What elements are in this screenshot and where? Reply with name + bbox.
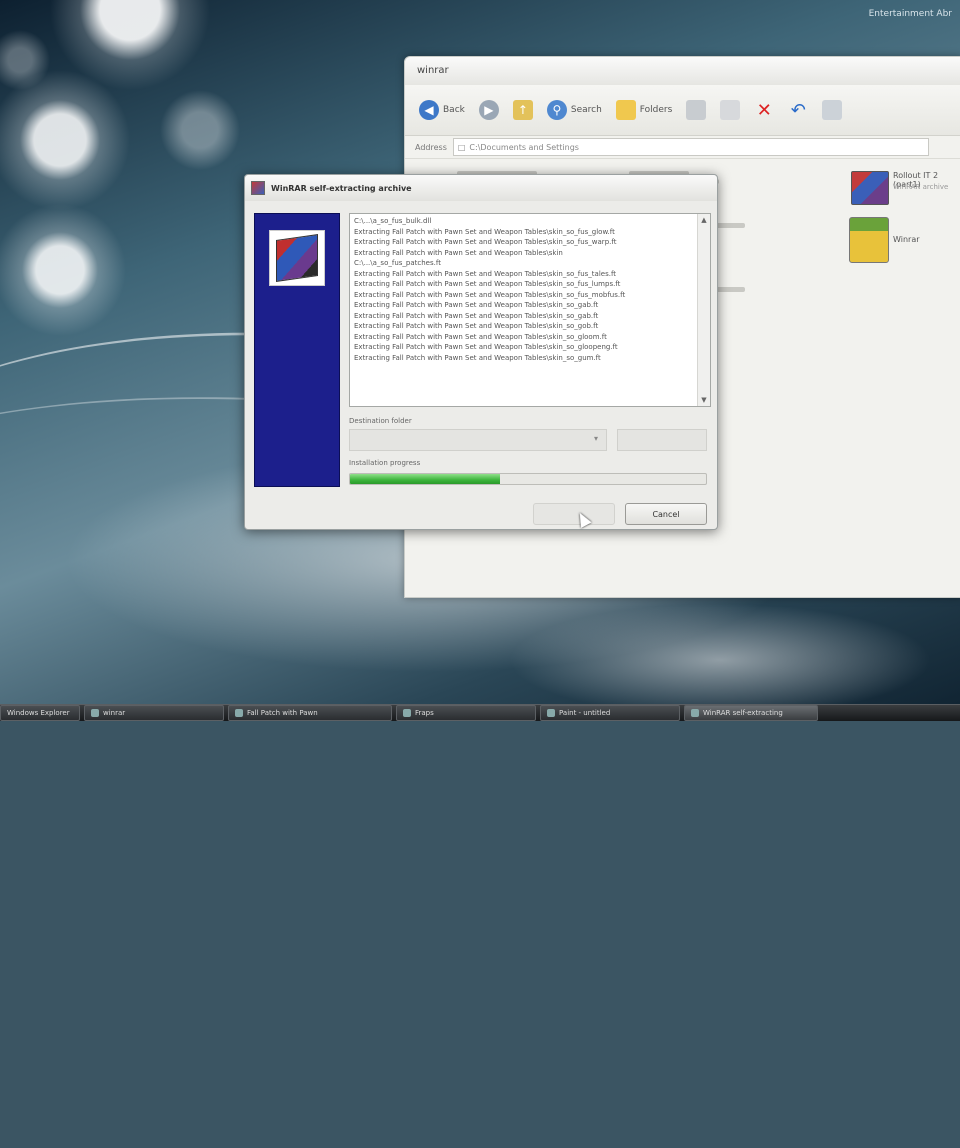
chevron-down-icon: ▾ <box>594 434 599 443</box>
back-label: Back <box>443 105 465 115</box>
log-line: Extracting Fall Patch with Pawn Set and … <box>354 290 626 299</box>
forward-button[interactable]: ▶ <box>475 100 503 120</box>
desktop-status-text: Entertainment Abr <box>868 9 952 19</box>
file-name[interactable]: Winrar <box>893 235 920 244</box>
taskbar-item[interactable]: Windows Explorer <box>0 705 80 721</box>
progress-label: Installation progress <box>349 459 421 467</box>
progress-fill <box>350 474 500 484</box>
taskbar-item-label: Windows Explorer <box>7 709 70 717</box>
up-folder-button[interactable]: ↑ <box>509 100 537 120</box>
installation-progress-bar <box>349 473 707 485</box>
browse-button[interactable] <box>617 429 707 451</box>
folder-icon: □ <box>457 142 466 152</box>
move-to-button[interactable] <box>682 100 710 120</box>
sfx-install-dialog: WinRAR self-extracting archive C:\...\a_… <box>244 174 718 530</box>
rar-archive-icon[interactable] <box>851 171 889 205</box>
forward-arrow-icon: ▶ <box>478 100 499 120</box>
cancel-button[interactable]: Cancel <box>625 503 707 525</box>
taskbar-item-label: Paint - untitled <box>559 709 611 717</box>
install-button[interactable] <box>533 503 615 525</box>
winrar-logo-icon <box>269 230 325 286</box>
folders-button[interactable]: Folders <box>612 100 677 120</box>
folder-up-icon: ↑ <box>512 100 533 120</box>
dialog-title: WinRAR self-extracting archive <box>271 183 412 193</box>
views-icon <box>822 100 843 120</box>
destination-folder-input[interactable]: ▾ <box>349 429 607 451</box>
extraction-log[interactable]: C:\...\a_so_fus_bulk.dll Extracting Fall … <box>349 213 711 407</box>
file-entry-placeholder <box>715 223 745 228</box>
address-input[interactable]: □ C:\Documents and Settings <box>452 138 929 156</box>
copy-to-button[interactable] <box>716 100 744 120</box>
taskbar-item[interactable]: Paint - untitled <box>540 705 680 721</box>
taskbar-item-label: Fall Patch with Pawn <box>247 709 318 717</box>
address-label: Address <box>415 142 447 152</box>
address-value: C:\Documents and Settings <box>469 142 579 152</box>
log-line: Extracting Fall Patch with Pawn Set and … <box>354 280 621 288</box>
taskbar-item[interactable]: winrar <box>84 705 224 721</box>
delete-x-icon: ✕ <box>756 99 772 121</box>
back-button[interactable]: ◀ Back <box>415 100 469 120</box>
dialog-side-banner <box>254 213 340 487</box>
copy-to-icon <box>720 100 741 120</box>
folder-icon <box>235 709 243 717</box>
paint-icon <box>547 709 555 717</box>
winrar-app-icon[interactable] <box>849 217 889 263</box>
log-scrollbar[interactable]: ▲ ▼ <box>697 214 710 406</box>
taskbar-item-active[interactable]: WinRAR self-extracting <box>684 705 818 721</box>
undo-button[interactable]: ↶ <box>784 99 812 121</box>
dialog-title-bar[interactable]: WinRAR self-extracting archive <box>245 175 717 201</box>
log-line: C:\...\a_so_fus_bulk.dll <box>354 217 432 225</box>
log-line: Extracting Fall Patch with Pawn Set and … <box>354 332 607 341</box>
log-lines: C:\...\a_so_fus_bulk.dll Extracting Fall … <box>354 216 694 363</box>
fraps-icon <box>403 709 411 717</box>
undo-icon: ↶ <box>790 99 806 121</box>
taskbar-item-label: winrar <box>103 709 126 717</box>
folders-icon <box>615 100 636 120</box>
taskbar-item[interactable]: Fraps <box>396 705 536 721</box>
log-line: Extracting Fall Patch with Pawn Set and … <box>354 353 601 362</box>
taskbar-item[interactable]: Fall Patch with Pawn <box>228 705 392 721</box>
log-line: Extracting Fall Patch with Pawn Set and … <box>354 343 618 351</box>
move-to-icon <box>686 100 707 120</box>
delete-button[interactable]: ✕ <box>750 99 778 121</box>
explorer-toolbar: ◀ Back ▶ ↑ ⚲ Search Folders ✕ ↶ <box>405 85 960 136</box>
log-line: Extracting Fall Patch with Pawn Set and … <box>354 227 615 236</box>
folders-label: Folders <box>639 105 673 115</box>
taskbar-item-label: Fraps <box>415 709 434 717</box>
folder-icon <box>91 709 99 717</box>
winrar-icon <box>691 709 699 717</box>
explorer-title-bar[interactable]: winrar <box>405 57 960 85</box>
log-line: Extracting Fall Patch with Pawn Set and … <box>354 269 617 278</box>
log-line: Extracting Fall Patch with Pawn Set and … <box>354 238 617 246</box>
file-entry-placeholder <box>715 287 745 292</box>
destination-label: Destination folder <box>349 417 412 425</box>
taskbar-item-label: WinRAR self-extracting <box>703 709 783 717</box>
search-label: Search <box>570 105 602 115</box>
back-arrow-icon: ◀ <box>419 100 439 120</box>
log-line: Extracting Fall Patch with Pawn Set and … <box>354 248 563 257</box>
search-icon: ⚲ <box>546 100 567 120</box>
log-line: C:\...\a_so_fus_patches.ft <box>354 259 441 267</box>
winrar-icon <box>251 181 265 195</box>
file-type: WinRAR archive <box>893 183 949 191</box>
taskbar: Windows Explorer winrar Fall Patch with … <box>0 704 960 721</box>
scroll-down-icon[interactable]: ▼ <box>698 394 710 406</box>
explorer-title: winrar <box>417 65 449 76</box>
views-button[interactable] <box>818 100 846 120</box>
log-line: Extracting Fall Patch with Pawn Set and … <box>354 322 599 330</box>
winrar-books-icon <box>276 234 318 282</box>
log-line: Extracting Fall Patch with Pawn Set and … <box>354 311 599 320</box>
scroll-up-icon[interactable]: ▲ <box>698 214 710 226</box>
address-bar: Address □ C:\Documents and Settings <box>405 136 960 159</box>
log-line: Extracting Fall Patch with Pawn Set and … <box>354 301 599 309</box>
cancel-label: Cancel <box>652 509 680 519</box>
search-button[interactable]: ⚲ Search <box>543 100 606 120</box>
